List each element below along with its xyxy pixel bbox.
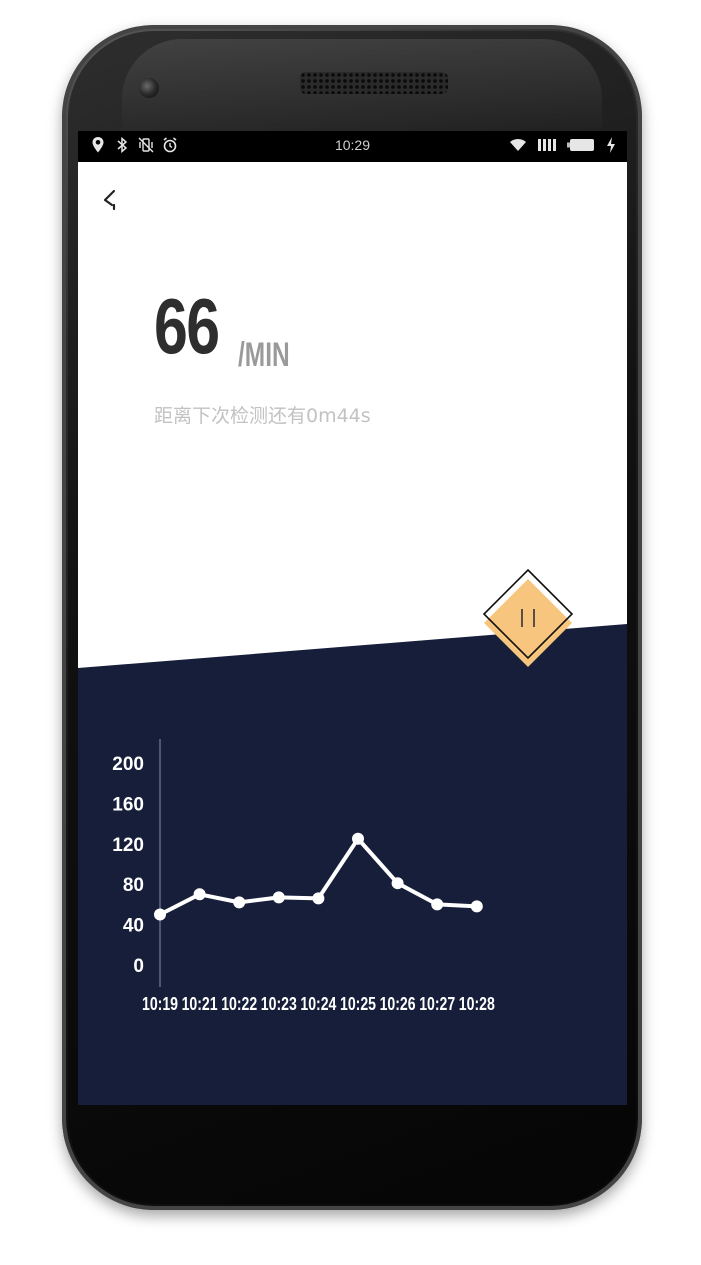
front-camera bbox=[139, 78, 159, 98]
screen: 10:29 66 /MIN 距离下次检测还有0m44s 200 160 120 … bbox=[78, 131, 627, 1105]
x-tick-labels: 10:19 10:21 10:22 10:23 10:24 10:25 10:26 10:27… bbox=[142, 994, 495, 1014]
data-point-10:28 bbox=[470, 900, 483, 913]
signal-icon bbox=[538, 139, 556, 151]
data-point-10:27 bbox=[431, 898, 444, 911]
x-tick-10:26: 10:26 bbox=[380, 994, 416, 1014]
y-tick-labels: 200 160 120 80 40 0 bbox=[112, 754, 144, 977]
status-bar: 10:29 bbox=[78, 131, 627, 162]
x-tick-10:19: 10:19 bbox=[142, 994, 178, 1014]
pause-diamond bbox=[482, 568, 574, 667]
y-tick-80: 80 bbox=[123, 875, 144, 896]
heart-rate-unit: /MIN bbox=[238, 336, 290, 374]
x-tick-10:23: 10:23 bbox=[261, 994, 297, 1014]
pause-button[interactable] bbox=[478, 567, 578, 679]
y-tick-200: 200 bbox=[112, 754, 144, 775]
x-tick-10:24: 10:24 bbox=[300, 994, 336, 1014]
data-point-10:19 bbox=[154, 908, 166, 921]
heart-rate-chart: 200 160 120 80 40 0 10:19 10:21 10:22 10:23 10:24… bbox=[112, 739, 495, 1014]
back-chevron-icon bbox=[103, 189, 116, 211]
status-right-icons bbox=[509, 136, 617, 154]
battery-icon bbox=[567, 139, 594, 151]
y-tick-120: 120 bbox=[112, 835, 144, 856]
data-point-10:25 bbox=[352, 832, 364, 845]
back-button[interactable] bbox=[96, 186, 132, 222]
x-tick-10:27: 10:27 bbox=[419, 994, 455, 1014]
x-tick-10:25: 10:25 bbox=[340, 994, 376, 1014]
y-tick-40: 40 bbox=[123, 916, 144, 937]
wifi-icon bbox=[510, 138, 526, 151]
x-tick-10:21: 10:21 bbox=[182, 994, 218, 1014]
data-point-10:26 bbox=[391, 877, 404, 890]
x-tick-10:22: 10:22 bbox=[221, 994, 257, 1014]
data-point-10:24 bbox=[312, 892, 325, 905]
next-check-countdown: 距离下次检测还有0m44s bbox=[154, 405, 371, 427]
earpiece-speaker bbox=[300, 72, 448, 94]
y-tick-0: 0 bbox=[133, 956, 144, 977]
data-point-10:23 bbox=[272, 891, 285, 904]
heart-rate-value: 66 bbox=[154, 282, 220, 370]
data-point-10:21 bbox=[193, 888, 206, 901]
data-point-10:22 bbox=[233, 896, 246, 909]
y-tick-160: 160 bbox=[112, 794, 144, 815]
charging-icon bbox=[607, 137, 615, 153]
x-tick-10:28: 10:28 bbox=[459, 994, 495, 1014]
heart-rate-points bbox=[154, 832, 483, 921]
